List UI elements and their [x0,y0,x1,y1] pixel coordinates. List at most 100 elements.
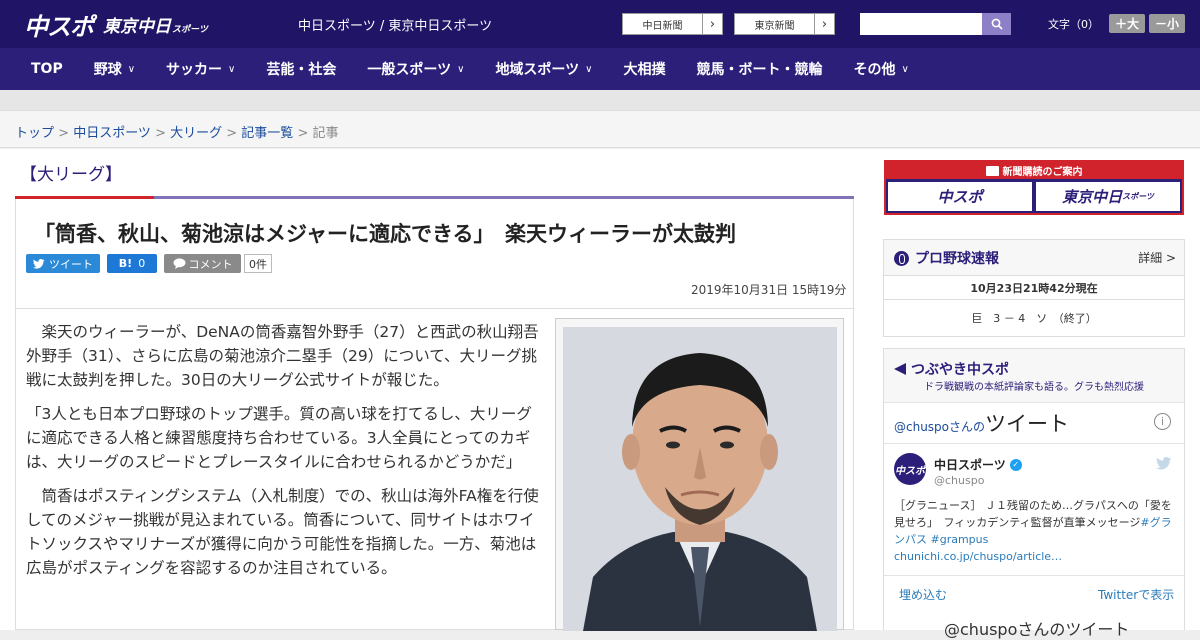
font-bigger-button[interactable]: ＋大 [1109,14,1146,33]
tweet-url-link[interactable]: chunichi.co.jp/chuspo/article… [894,550,1062,563]
nav-label: 競馬・ボート・競輪 [696,62,823,78]
search-input[interactable] [860,13,982,35]
subscribe-tokyo-sub: スポーツ [1122,192,1154,201]
chevron-down-icon: ∨ [901,63,909,75]
chevron-right-icon: › [814,14,834,34]
panel-divider [884,275,1184,276]
nav-label: 芸能・社会 [266,62,337,78]
speech-bubble-icon [173,258,185,269]
nav-label: サッカー [166,62,223,78]
search-button[interactable] [982,13,1011,35]
sub-bar [0,90,1200,110]
player-portrait-image [563,327,837,631]
logo-chuspo: 中スポ [24,12,94,41]
info-icon[interactable]: i [1154,413,1171,430]
article-paragraph: 筒香はポスティングシステム（入札制度）での、秋山は海外FA権を行使してのメジャー… [26,487,539,578]
font-size-controls: 文字（0） ＋大 －小 [1048,14,1186,33]
font-smaller-button[interactable]: －小 [1149,14,1186,33]
tweet-button[interactable]: ツイート [26,254,100,273]
tweet-label: ツイート [49,257,93,271]
nav-soccer[interactable]: サッカー ∨ [166,59,235,79]
pro-baseball-header: プロ野球速報 詳細 > [884,240,1184,275]
nav-label: 地域スポーツ [495,62,580,78]
twitter-title-big: ツイート [985,412,1070,436]
twitter-bird-icon[interactable] [1156,457,1172,474]
font-size-label: 文字（0） [1048,17,1099,31]
twitter-widget-title: @chuspoさんのツイート [894,408,1069,438]
twitter-bird-icon [33,258,45,269]
panel-divider [884,299,1184,300]
subscription-logos: 中スポ 東京中日 スポーツ [886,179,1182,214]
breadcrumb-separator: > [150,126,171,141]
chunichi-shimbun-button[interactable]: 中日新聞 › [622,13,723,35]
article-paragraph: 「3人とも日本プロ野球のトップ選手。質の高い球を打てるし、大リーグに適応できる人… [26,405,532,472]
comment-count: 0件 [244,254,272,273]
verified-badge-icon: ✓ [1009,458,1022,471]
main-nav: TOP 野球 ∨ サッカー ∨ 芸能・社会 一般スポーツ ∨ 地域スポーツ ∨ 大相撲 … [0,48,1200,90]
chunichi-shimbun-label: 中日新聞 [642,20,683,32]
nav-sumo[interactable]: 大相撲 [624,59,666,79]
breadcrumb-chuspo[interactable]: 中日スポーツ [73,126,151,141]
newspaper-icon [985,165,999,176]
nav-entertainment[interactable]: 芸能・社会 [266,59,336,79]
twitter-handle-link[interactable]: @chuspo [894,420,949,434]
site-logo[interactable]: 中スポ 東京中日スポーツ [24,6,208,42]
nav-label: 大相撲 [623,62,666,78]
breadcrumb-separator: > [222,126,242,141]
breadcrumb-article-list[interactable]: 記事一覧 [241,126,293,141]
twitter-title-mid: さんの [949,420,986,434]
nav-label: その他 [853,62,896,78]
tsubuyaki-title: つぶやき中スポ [894,359,1009,379]
article-headline: 「筒香、秋山、菊池涼はメジャーに適応できる」 楽天ウィーラーが太鼓判 [34,222,737,246]
article-photo[interactable] [563,327,837,631]
article-date: 2019年10月31日 15時19分 [691,283,847,297]
pro-baseball-score[interactable]: 巨 3 － 4 ソ （終了） [884,310,1184,326]
pro-baseball-updated: 10月23日21時42分現在 [970,282,1098,295]
view-on-twitter-link[interactable]: Twitterで表示 [1098,586,1174,603]
nav-other[interactable]: その他 ∨ [854,59,909,79]
breadcrumb-current: 記事 [312,126,339,141]
subscribe-chuspo-logo[interactable]: 中スポ [888,182,1032,211]
top-header: 中スポ 東京中日スポーツ 中日スポーツ / 東京中日スポーツ 中日新聞 › 東京… [0,0,1200,48]
chevron-down-icon: ∨ [228,63,236,75]
share-buttons: ツイート B! 0 コメント 0件 [26,254,272,273]
nav-general-sports[interactable]: 一般スポーツ ∨ [367,59,464,79]
breadcrumb-separator: > [54,126,74,141]
breadcrumb-mlb[interactable]: 大リーグ [170,126,222,141]
hashtag-link[interactable]: #grampus [931,533,989,546]
twitter-footer-title[interactable]: @chuspoさんのツイート [944,616,1129,640]
hatena-bookmark-button[interactable]: B! 0 [107,254,157,273]
tweet-author-name[interactable]: 中日スポーツ ✓ [934,456,1022,473]
tweet-text: ［グラニュース］ Ｊ１残留のため…グラパスへの「愛を見せろ」 フィッカデンティ監… [894,497,1176,565]
breadcrumb-top[interactable]: トップ [15,126,54,141]
nav-regional-sports[interactable]: 地域スポーツ ∨ [495,59,592,79]
tokyo-shimbun-label: 東京新聞 [754,20,795,32]
subscribe-tokyo-chunichi-logo[interactable]: 東京中日 スポーツ [1036,182,1180,211]
section-title[interactable]: 【大リーグ】 [20,160,122,185]
tokyo-shimbun-button[interactable]: 東京新聞 › [734,13,835,35]
article-divider [16,308,853,309]
comment-label: コメント [188,257,233,271]
tsubuyaki-subtitle: ドラ戦観戦の本紙評論家も語る。グラも熱烈応援 [924,382,1144,393]
twitter-timeline-widget: @chuspoさんのツイート i 中スポ 中日スポーツ ✓ @chuspo ［グ… [884,402,1184,639]
subscription-banner[interactable]: 新聞購読のご案内 中スポ 東京中日 スポーツ [884,160,1184,215]
pro-baseball-detail-link[interactable]: 詳細 > [1138,249,1176,266]
embed-link[interactable]: 埋め込む [899,586,947,603]
article-body: 楽天のウィーラーが、DeNAの筒香嘉智外野手（27）と西武の秋山翔吾外野手（31… [26,320,546,590]
article-paragraph: 楽天のウィーラーが、DeNAの筒香嘉智外野手（27）と西武の秋山翔吾外野手（31… [26,323,539,390]
nav-racing[interactable]: 競馬・ボート・競輪 [697,59,823,79]
site-links[interactable]: 中日スポーツ / 東京中日スポーツ [298,15,492,34]
comment-button[interactable]: コメント [164,254,241,273]
widget-divider [884,443,1184,444]
breadcrumb-separator: > [293,126,313,141]
hatena-label: B! [118,257,133,270]
nav-baseball[interactable]: 野球 ∨ [94,59,135,79]
logo-tokyo-chunichi: 東京中日スポーツ [103,12,208,37]
nav-top[interactable]: TOP [31,61,63,77]
tweet-author-handle[interactable]: @chuspo [934,474,984,487]
subscription-title: 新聞購読のご案内 [1002,167,1083,178]
baseball-icon [894,250,909,266]
chevron-down-icon: ∨ [585,63,593,75]
megaphone-icon [894,363,906,375]
avatar[interactable]: 中スポ [894,453,926,485]
